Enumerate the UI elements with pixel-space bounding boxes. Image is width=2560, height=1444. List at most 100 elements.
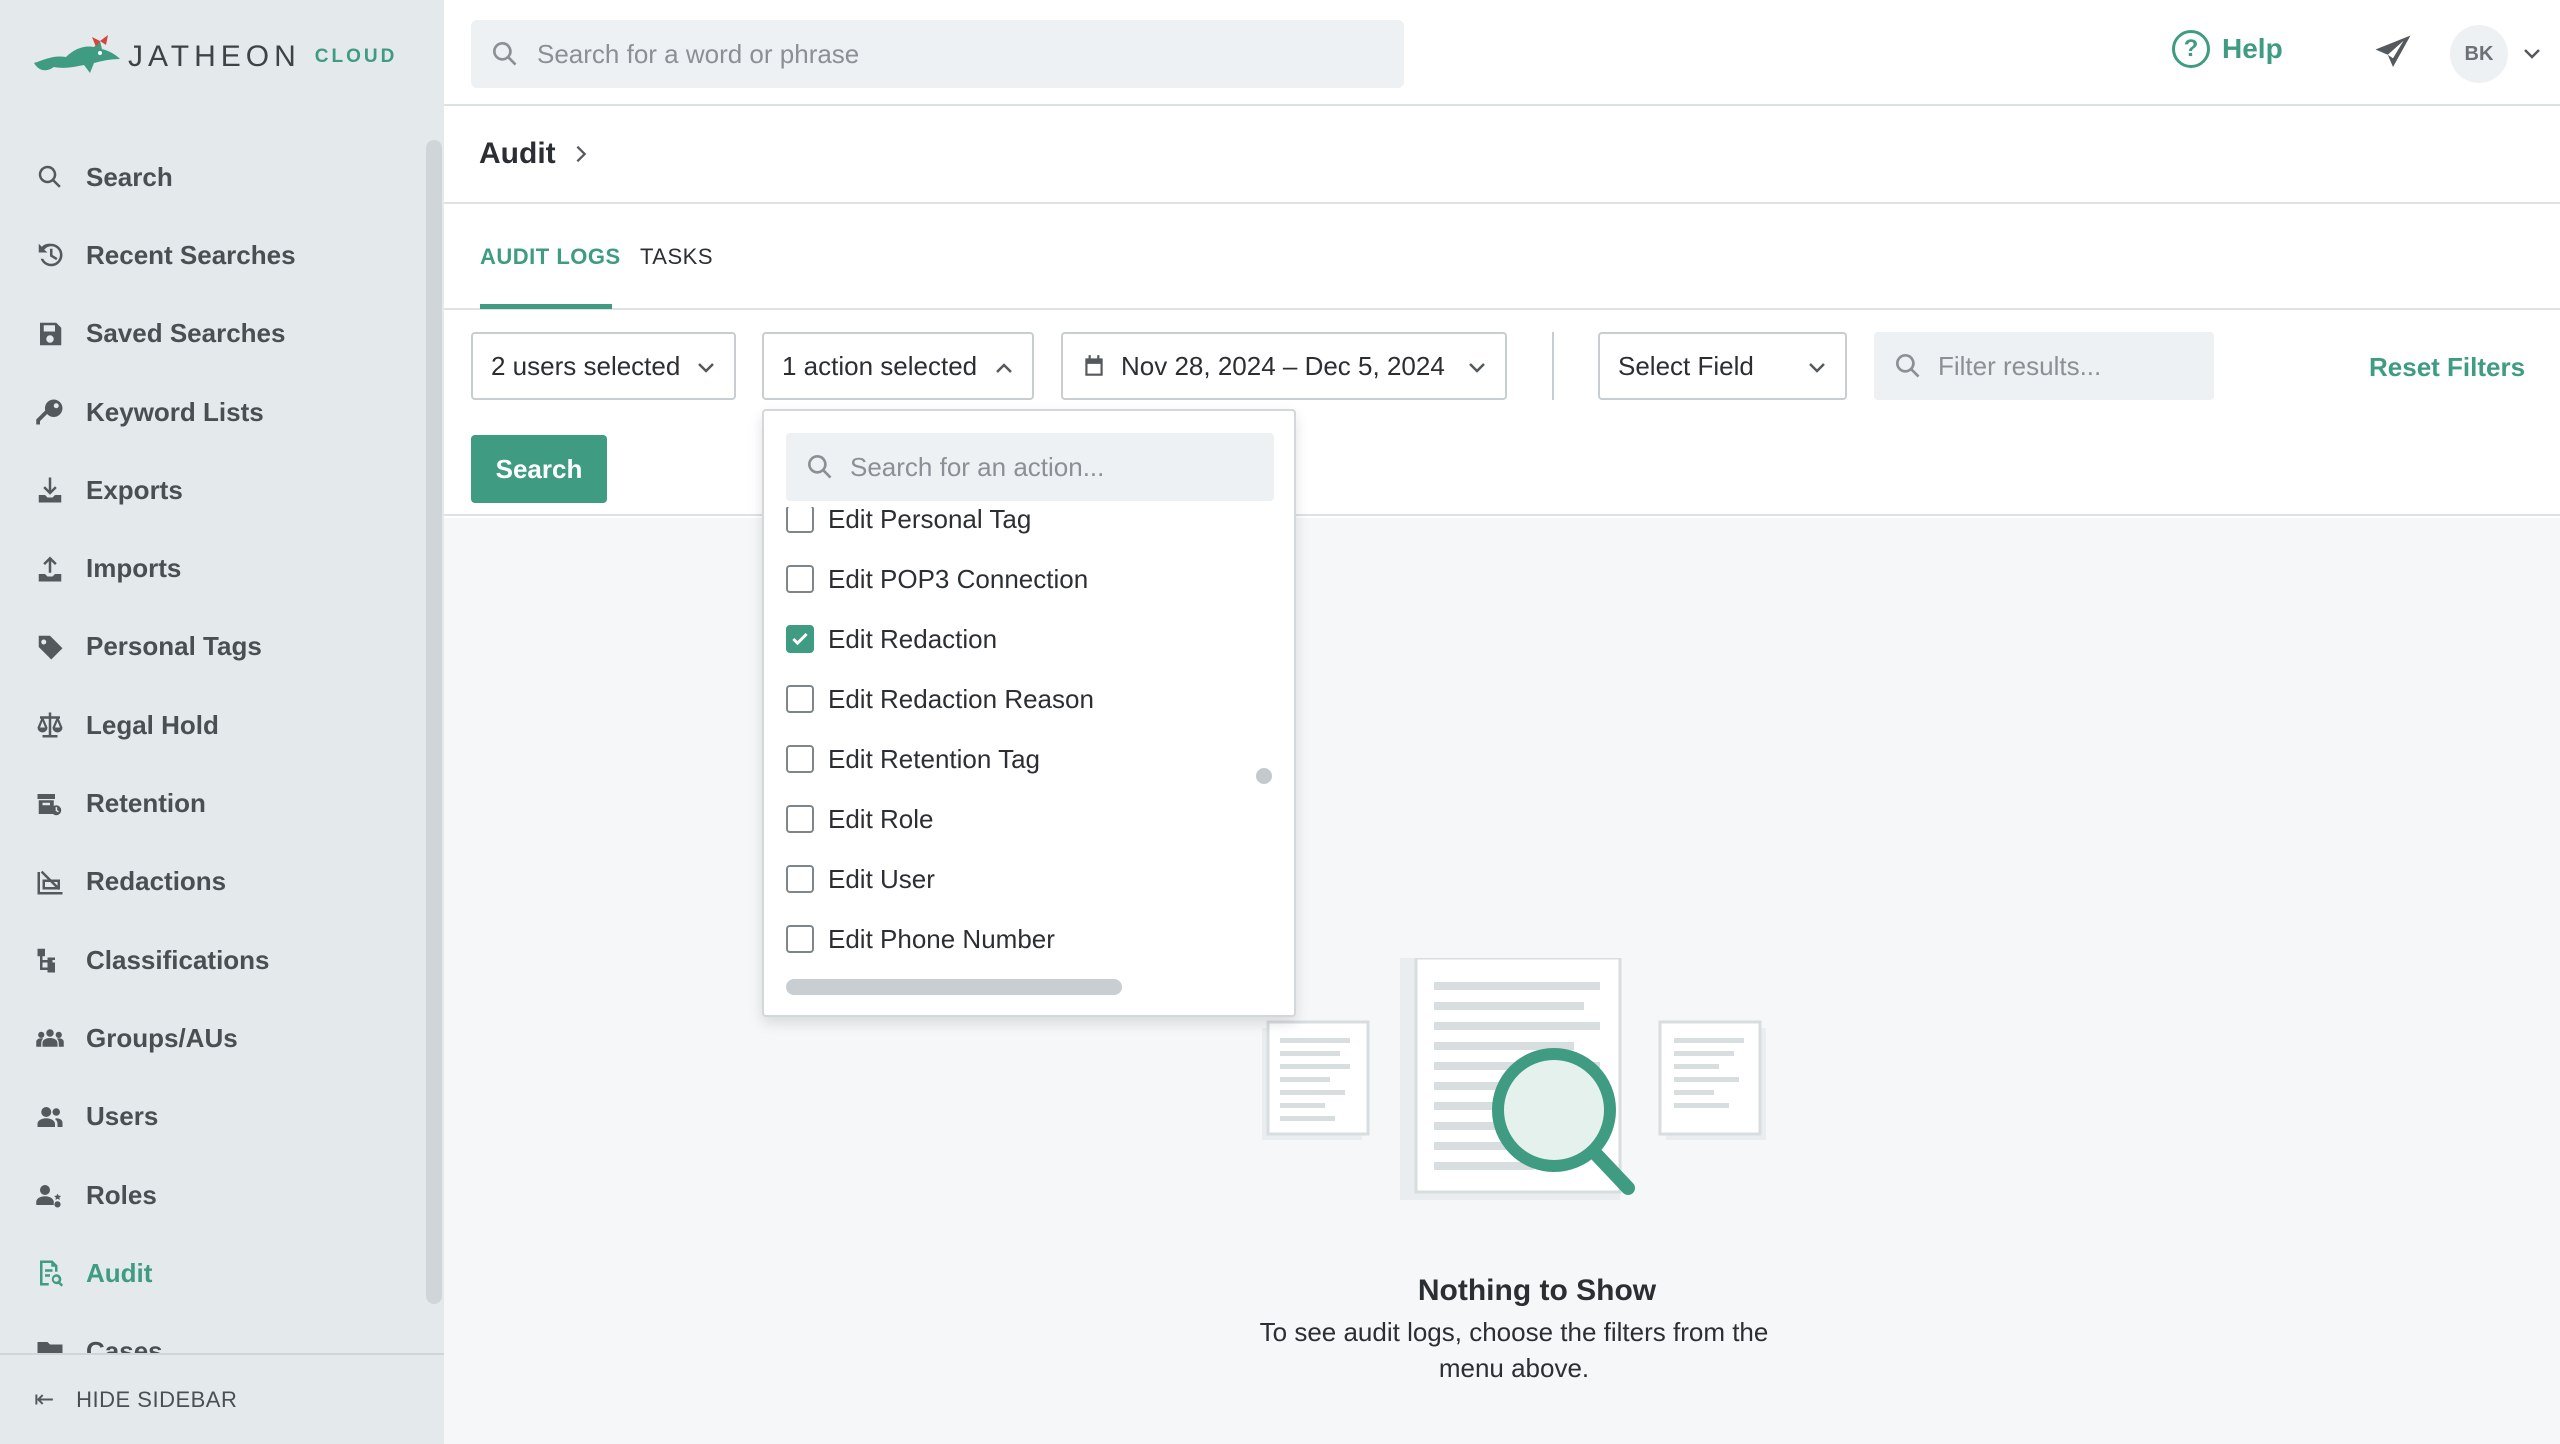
sidebar-item-imports[interactable]: Imports (0, 529, 420, 607)
sidebar-item-label: Classifications (86, 944, 270, 975)
archive-icon (34, 788, 66, 820)
sidebar-item-label: Redactions (86, 866, 227, 897)
download-icon (34, 474, 66, 506)
empty-state-title: Nothing to Show (1417, 1274, 1657, 1307)
sidebar-item-label: Search (86, 161, 173, 192)
global-search[interactable] (471, 20, 1404, 88)
checkbox-checked[interactable] (786, 625, 814, 653)
users-icon (34, 1101, 66, 1133)
empty-state-illustration (1262, 958, 1766, 1200)
action-search[interactable] (786, 433, 1274, 501)
sidebar: JATHEON CLOUD Search Recent Searches Sav… (0, 0, 444, 1444)
action-option-label: Edit Redaction Reason (828, 683, 1094, 714)
action-option[interactable]: Edit Personal Tag (786, 507, 1031, 549)
date-range-value: Nov 28, 2024 – Dec 5, 2024 (1121, 350, 1445, 381)
action-option[interactable]: Edit Redaction Reason (786, 669, 1094, 729)
field-select[interactable]: Select Field (1598, 332, 1847, 400)
chevron-right-icon (576, 145, 586, 163)
sidebar-item-users[interactable]: Users (0, 1078, 420, 1156)
sidebar-item-label: Retention (86, 788, 206, 819)
filter-results[interactable] (1874, 332, 2214, 400)
action-option[interactable]: Edit Retention Tag (786, 729, 1040, 789)
action-option[interactable]: Edit User (786, 849, 935, 909)
help-button[interactable]: ? Help (2172, 30, 2283, 68)
tab-bar: AUDIT LOGS TASKS (444, 204, 2560, 310)
action-option-label: Edit Phone Number (828, 923, 1055, 954)
action-list[interactable]: Edit Personal Tag Edit POP3 Connection E… (764, 507, 1294, 993)
sidebar-item-label: Personal Tags (86, 631, 262, 662)
page-title[interactable]: Audit (479, 137, 556, 171)
search-icon (808, 455, 832, 479)
filter-results-input[interactable] (1938, 350, 2208, 382)
sidebar-item-label: Users (86, 1101, 159, 1132)
action-option[interactable]: Edit Phone Number (786, 909, 1055, 969)
checkbox[interactable] (786, 925, 814, 953)
help-label: Help (2222, 33, 2283, 64)
sidebar-item-personal-tags[interactable]: Personal Tags (0, 608, 420, 686)
sidebar-item-classifications[interactable]: Classifications (0, 921, 420, 999)
sidebar-item-keyword-lists[interactable]: Keyword Lists (0, 373, 420, 451)
checkmark-icon (792, 632, 808, 646)
breadcrumb: Audit (444, 106, 2560, 204)
users-select[interactable]: 2 users selected (471, 332, 736, 400)
horizontal-scrollbar-thumb[interactable] (786, 979, 1122, 995)
users-select-value: 2 users selected (491, 350, 681, 381)
filter-divider (1552, 332, 1554, 400)
sidebar-item-groups-aus[interactable]: Groups/AUs (0, 999, 420, 1077)
help-circle-icon: ? (2172, 30, 2210, 68)
checkbox[interactable] (786, 507, 814, 533)
brand-name: JATHEON (128, 40, 301, 73)
roles-icon (34, 1179, 66, 1211)
tab-tasks[interactable]: TASKS (640, 244, 713, 270)
checkbox[interactable] (786, 685, 814, 713)
global-search-input[interactable] (537, 38, 1337, 70)
actions-dropdown-panel: Edit Personal Tag Edit POP3 Connection E… (762, 409, 1296, 1017)
sidebar-item-label: Roles (86, 1179, 157, 1210)
vertical-scrollbar-thumb[interactable] (1256, 768, 1272, 784)
tab-audit-logs[interactable]: AUDIT LOGS (480, 244, 621, 270)
send-icon[interactable] (2372, 32, 2414, 74)
sidebar-item-search[interactable]: Search (0, 138, 420, 216)
scale-icon (34, 709, 66, 741)
hide-sidebar-button[interactable]: ⇤ HIDE SIDEBAR (0, 1353, 444, 1444)
sidebar-item-label: Imports (86, 553, 182, 584)
sidebar-item-roles[interactable]: Roles (0, 1156, 420, 1234)
sidebar-item-exports[interactable]: Exports (0, 451, 420, 529)
empty-state-description: To see audit logs, choose the filters fr… (1259, 1317, 1769, 1383)
checkbox[interactable] (786, 565, 814, 593)
date-range-select[interactable]: Nov 28, 2024 – Dec 5, 2024 (1061, 332, 1507, 400)
sidebar-item-label: Exports (86, 474, 183, 505)
sidebar-item-label: Groups/AUs (86, 1022, 238, 1053)
sidebar-item-retention[interactable]: Retention (0, 764, 420, 842)
action-option[interactable]: Edit Redaction (786, 609, 997, 669)
sidebar-scrollbar[interactable] (426, 140, 442, 1304)
actions-select[interactable]: 1 action selected (762, 332, 1034, 400)
search-button[interactable]: Search (471, 435, 607, 503)
top-bar: ? Help BK (444, 0, 2560, 106)
sidebar-item-recent-searches[interactable]: Recent Searches (0, 216, 420, 294)
tag-icon (34, 631, 66, 663)
action-option[interactable]: Edit Role (786, 789, 934, 849)
hide-sidebar-label: HIDE SIDEBAR (76, 1386, 238, 1412)
action-option-label: Edit User (828, 863, 935, 894)
calendar-icon (1085, 355, 1103, 376)
avatar[interactable]: BK (2450, 25, 2508, 83)
groups-icon (34, 1022, 66, 1054)
reset-filters-button[interactable]: Reset Filters (2369, 352, 2525, 383)
jatheon-logo[interactable]: JATHEON CLOUD (30, 32, 397, 82)
action-search-input[interactable] (850, 451, 1250, 483)
checkbox[interactable] (786, 865, 814, 893)
sidebar-item-audit[interactable]: Audit (0, 1234, 420, 1312)
chevron-down-icon[interactable] (2520, 42, 2544, 66)
sidebar-item-legal-hold[interactable]: Legal Hold (0, 686, 420, 764)
sidebar-nav: Search Recent Searches Saved Searches Ke… (0, 138, 420, 1391)
checkbox[interactable] (786, 805, 814, 833)
checkbox[interactable] (786, 745, 814, 773)
action-option[interactable]: Edit POP3 Connection (786, 549, 1088, 609)
brand-product: CLOUD (314, 46, 398, 67)
sidebar-item-redactions[interactable]: Redactions (0, 843, 420, 921)
sidebar-item-saved-searches[interactable]: Saved Searches (0, 295, 420, 373)
active-tab-indicator (480, 304, 612, 309)
sidebar-item-label: Audit (86, 1257, 153, 1288)
chevron-down-icon (1469, 363, 1485, 373)
